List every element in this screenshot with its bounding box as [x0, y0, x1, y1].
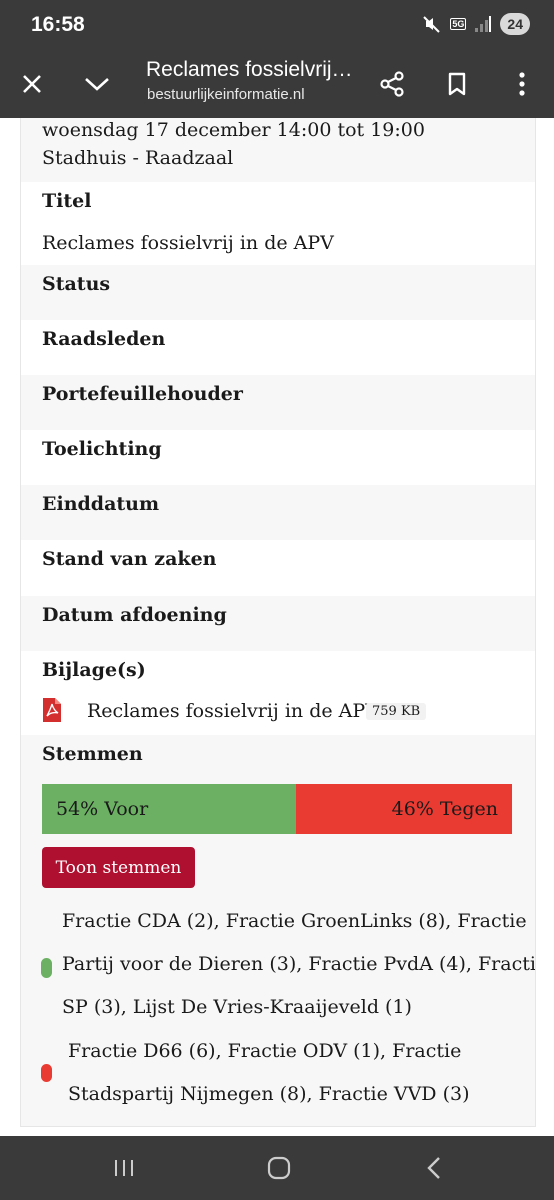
vote-for-text: 54% Voor	[56, 798, 149, 820]
stand-van-zaken-row: Stand van zaken	[21, 540, 535, 596]
chevron-down-icon	[85, 78, 109, 91]
signal-icon	[475, 16, 492, 32]
stand-van-zaken-label: Stand van zaken	[42, 548, 217, 570]
share-icon	[380, 71, 404, 97]
for-parties-line: Partij voor de Dieren (3), Fractie PvdA …	[62, 953, 536, 975]
bijlagen-label: Bijlage(s)	[42, 659, 146, 681]
back-button[interactable]	[414, 1150, 454, 1186]
bijlagen-row: Bijlage(s)	[21, 651, 535, 735]
pdf-icon	[43, 698, 61, 722]
raadsleden-row: Raadsleden	[21, 320, 535, 375]
recent-apps-button[interactable]	[104, 1150, 144, 1186]
system-nav-bar	[0, 1136, 554, 1200]
einddatum-label: Einddatum	[42, 493, 160, 515]
agenda-item-card: woensdag 17 december 14:00 tot 19:00 Sta…	[20, 118, 536, 1127]
for-parties-line: Fractie CDA (2), Fractie GroenLinks (8),…	[62, 910, 527, 932]
status-row: Status	[21, 265, 535, 320]
portefeuillehouder-row: Portefeuillehouder	[21, 375, 535, 430]
vote-against-segment: 46% Tegen	[295, 784, 512, 834]
vote-result-bar: 54% Voor 46% Tegen	[42, 784, 512, 834]
vote-for-segment: 54% Voor	[42, 784, 296, 834]
status-label: Status	[42, 273, 111, 295]
titel-value: Reclames fossielvrij in de APV	[42, 232, 334, 254]
attachment-size-badge: 759 KB	[366, 703, 427, 720]
battery-indicator: 24	[500, 13, 530, 35]
portefeuillehouder-label: Portefeuillehouder	[42, 383, 243, 405]
bookmark-icon	[448, 72, 466, 96]
minimize-button[interactable]	[77, 64, 117, 104]
clock: 16:58	[31, 13, 85, 36]
back-icon	[427, 1157, 440, 1179]
vote-against-text: 46% Tegen	[391, 798, 498, 820]
close-tab-button[interactable]	[12, 64, 52, 104]
against-dot-icon	[41, 1064, 52, 1082]
mute-icon	[423, 16, 441, 33]
page-title: Reclames fossielvrij…	[146, 58, 353, 81]
toelichting-label: Toelichting	[42, 438, 162, 460]
meeting-row: woensdag 17 december 14:00 tot 19:00 Sta…	[21, 118, 535, 182]
meeting-date: woensdag 17 december 14:00 tot 19:00	[42, 119, 425, 141]
raadsleden-label: Raadsleden	[42, 328, 166, 350]
datum-afdoening-row: Datum afdoening	[21, 596, 535, 651]
attachment-link[interactable]: Reclames fossielvrij in de APV	[87, 700, 379, 722]
home-button[interactable]	[259, 1150, 299, 1186]
titel-row: Titel Reclames fossielvrij in de APV	[21, 182, 535, 265]
recent-apps-icon	[115, 1160, 133, 1176]
browser-toolbar: Reclames fossielvrij… bestuurlijkeinform…	[0, 50, 554, 118]
against-parties-line: Stadspartij Nijmegen (8), Fractie VVD (3…	[68, 1083, 470, 1105]
status-icons: 5G 24	[422, 13, 530, 35]
against-parties-line: Fractie D66 (6), Fractie ODV (1), Fracti…	[68, 1040, 462, 1062]
for-dot-icon	[41, 958, 52, 978]
show-votes-button[interactable]: Toon stemmen	[42, 847, 195, 888]
close-icon	[23, 75, 41, 93]
titel-label: Titel	[42, 190, 92, 212]
status-bar: 16:58 5G 24	[0, 0, 554, 50]
more-options-button[interactable]	[502, 64, 542, 104]
page-url[interactable]: bestuurlijkeinformatie.nl	[147, 86, 305, 103]
toelichting-row: Toelichting	[21, 430, 535, 485]
bookmark-button[interactable]	[437, 64, 477, 104]
home-icon	[267, 1156, 291, 1180]
network-5g-icon: 5G	[450, 18, 467, 30]
datum-afdoening-label: Datum afdoening	[42, 604, 227, 626]
meeting-location: Stadhuis - Raadzaal	[42, 147, 234, 169]
for-parties-line: SP (3), Lijst De Vries-Kraaijeveld (1)	[62, 996, 412, 1018]
more-vertical-icon	[519, 72, 525, 96]
stemmen-label: Stemmen	[42, 743, 143, 765]
share-button[interactable]	[372, 64, 412, 104]
einddatum-row: Einddatum	[21, 485, 535, 540]
